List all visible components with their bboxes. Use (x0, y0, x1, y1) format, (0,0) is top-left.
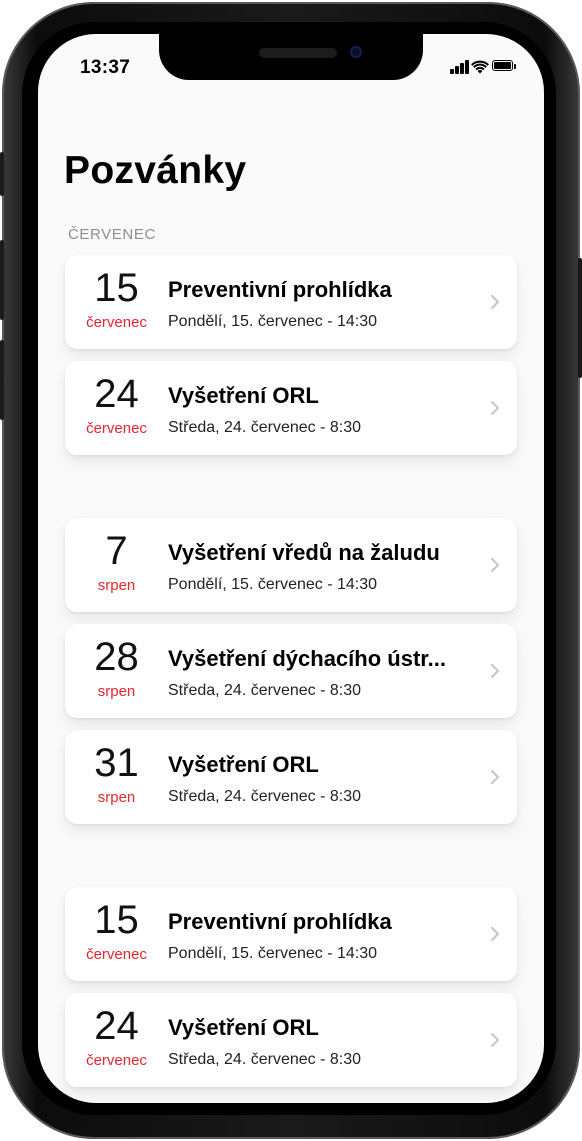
date-day: 28 (94, 635, 139, 679)
invitation-datetime: Pondělí, 15. červenec - 14:30 (168, 313, 378, 330)
date-day: 24 (94, 1004, 139, 1048)
invitation-title: Preventivní prohlídka (168, 277, 392, 302)
invitation-title: Vyšetření ORL (168, 1015, 319, 1040)
front-camera (350, 46, 362, 58)
invitation-card[interactable]: 28 srpen Vyšetření dýchacího ústr... Středa… (65, 624, 517, 718)
date-month: červenec (86, 314, 147, 331)
invitation-title: Preventivní prohlídka (168, 909, 392, 934)
date-day: 24 (94, 372, 139, 416)
date-month: červenec (86, 1052, 147, 1069)
invitation-datetime: Středa, 24. červenec - 8:30 (168, 682, 361, 699)
chevron-right-icon (490, 663, 500, 679)
invitation-card[interactable]: 15 červenec Preventivní prohlídka Pondělí, … (65, 887, 517, 981)
screen: 13:37 Pozvánky ČERVENEC 15 červenec Preven… (38, 34, 544, 1103)
status-time: 13:37 (80, 57, 131, 78)
power-button (578, 258, 582, 378)
invitation-card[interactable]: 24 červenec Vyšetření ORL Středa, 24. červe… (65, 993, 517, 1087)
date-day: 15 (94, 898, 139, 942)
invitation-card[interactable]: 15 červenec Preventivní prohlídka Pondělí, … (65, 255, 517, 349)
volume-down-button (0, 340, 4, 420)
chevron-right-icon (490, 1032, 500, 1048)
invitation-datetime: Pondělí, 15. červenec - 14:30 (168, 576, 378, 593)
invitation-title: Vyšetření dýchacího ústr... (168, 646, 446, 671)
invitation-card[interactable]: 7 srpen Vyšetření vředů na žaludu Pondělí, … (65, 518, 517, 612)
date-month: srpen (97, 577, 136, 594)
section-label: ČERVENEC (68, 226, 156, 243)
battery-icon (492, 60, 513, 71)
invitation-datetime: Středa, 24. červenec - 8:30 (168, 419, 361, 436)
date-day: 15 (94, 266, 139, 310)
chevron-right-icon (490, 294, 500, 310)
invitation-card[interactable]: 31 srpen Vyšetření ORL Středa, 24. červenec… (65, 730, 517, 824)
chevron-right-icon (490, 557, 500, 573)
silent-switch (0, 152, 4, 196)
date-month: srpen (97, 789, 136, 806)
page-title: Pozvánky (64, 149, 247, 192)
invitation-title: Vyšetření ORL (168, 752, 319, 777)
invitation-title: Vyšetření ORL (168, 383, 319, 408)
chevron-right-icon (490, 400, 500, 416)
invitation-datetime: Středa, 24. červenec - 8:30 (168, 788, 361, 805)
invitation-datetime: Středa, 24. červenec - 8:30 (168, 1051, 361, 1068)
wifi-icon (471, 60, 489, 74)
invitation-title: Vyšetření vředů na žaludu (168, 540, 440, 565)
invitation-datetime: Pondělí, 15. červenec - 14:30 (168, 945, 378, 962)
status-icons (450, 58, 516, 74)
invitation-card[interactable]: 24 červenec Vyšetření ORL Středa, 24. červe… (65, 361, 517, 455)
date-day: 7 (105, 529, 128, 573)
chevron-right-icon (490, 926, 500, 942)
volume-up-button (0, 240, 4, 320)
date-month: srpen (97, 683, 136, 700)
date-month: červenec (86, 420, 147, 437)
date-day: 31 (94, 741, 139, 785)
speaker-grille (259, 48, 337, 58)
date-month: červenec (86, 946, 147, 963)
chevron-right-icon (490, 769, 500, 785)
battery-cap (514, 64, 516, 69)
